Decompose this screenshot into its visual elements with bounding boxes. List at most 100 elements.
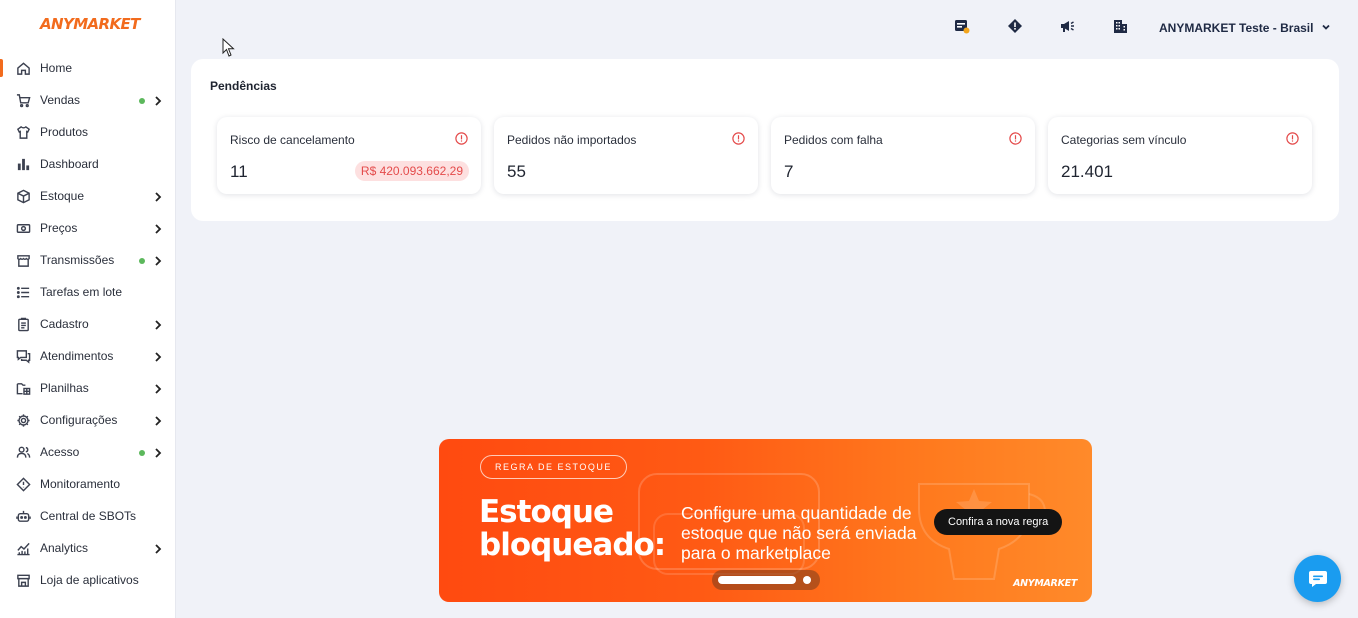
building-icon[interactable] bbox=[1112, 18, 1128, 34]
sidebar-item-label: Transmissões bbox=[40, 253, 115, 267]
chevron-right-icon[interactable] bbox=[153, 414, 163, 426]
chevron-right-icon[interactable] bbox=[153, 254, 163, 266]
panel-title: Pendências bbox=[210, 79, 277, 93]
banner-logo: ANYMARKET bbox=[1013, 578, 1077, 589]
banner-headline-line2: bloqueado: bbox=[479, 527, 666, 563]
card-value: 21.401 bbox=[1061, 162, 1113, 181]
promo-banner[interactable]: REGRA DE ESTOQUE Estoque bloqueado: Conf… bbox=[439, 439, 1092, 602]
sidebar: ANYMARKET Home Vendas Produtos Dashboard Est… bbox=[0, 0, 176, 618]
banner-headline-line1: Estoque bbox=[479, 494, 614, 530]
sidebar-item-label: Acesso bbox=[40, 445, 80, 459]
sidebar-item-label: Vendas bbox=[40, 93, 81, 107]
card-pedidos-com-falha[interactable]: Pedidos com falha 7 bbox=[771, 117, 1035, 194]
anymarket-logo[interactable]: ANYMARKET bbox=[40, 15, 140, 33]
shop-icon bbox=[15, 572, 31, 588]
billing-icon[interactable] bbox=[954, 18, 970, 34]
sidebar-item-acesso[interactable]: Acesso bbox=[0, 436, 176, 468]
sidebar-item-planilhas[interactable]: Planilhas bbox=[0, 372, 176, 404]
banner-cta-button[interactable]: Confira a nova regra bbox=[934, 509, 1063, 535]
chevron-right-icon[interactable] bbox=[153, 542, 163, 554]
sidebar-item-transmissoes[interactable]: Transmissões bbox=[0, 244, 176, 276]
analytics-icon bbox=[15, 540, 31, 556]
store-icon bbox=[15, 252, 31, 268]
chevron-right-icon[interactable] bbox=[153, 94, 163, 106]
sidebar-item-estoque[interactable]: Estoque bbox=[0, 180, 176, 212]
alert-icon bbox=[455, 132, 468, 145]
sidebar-item-label: Analytics bbox=[40, 541, 89, 555]
card-title: Categorias sem vínculo bbox=[1061, 133, 1187, 147]
sidebar-item-produtos[interactable]: Produtos bbox=[0, 116, 176, 148]
sidebar-item-home[interactable]: Home bbox=[0, 52, 176, 84]
status-dot bbox=[139, 258, 145, 264]
sidebar-item-configuracoes[interactable]: Configurações bbox=[0, 404, 176, 436]
chat-icon bbox=[15, 348, 31, 364]
sidebar-item-atendimentos[interactable]: Atendimentos bbox=[0, 340, 176, 372]
sidebar-item-label: Planilhas bbox=[40, 381, 89, 395]
card-title: Pedidos com falha bbox=[784, 133, 883, 147]
sidebar-nav: Home Vendas Produtos Dashboard Estoque Preços… bbox=[0, 52, 176, 596]
banner-description: Configure uma quantidade de estoque que … bbox=[681, 503, 917, 563]
card-risco-cancelamento[interactable]: Risco de cancelamento 11 R$ 420.093.662,… bbox=[217, 117, 481, 194]
bar-chart-icon bbox=[15, 156, 31, 172]
alert-icon bbox=[1009, 132, 1022, 145]
clipboard-icon bbox=[15, 316, 31, 332]
banner-headline: Estoque bloqueado: bbox=[479, 494, 666, 563]
card-categorias-sem-vinculo[interactable]: Categorias sem vínculo 21.401 bbox=[1048, 117, 1312, 194]
status-dot bbox=[139, 98, 145, 104]
sidebar-item-vendas[interactable]: Vendas bbox=[0, 84, 176, 116]
sidebar-item-label: Atendimentos bbox=[40, 349, 114, 363]
chevron-right-icon[interactable] bbox=[153, 318, 163, 330]
carousel-indicator[interactable] bbox=[712, 570, 820, 590]
card-title: Risco de cancelamento bbox=[230, 133, 355, 147]
sidebar-item-label: Loja de aplicativos bbox=[40, 573, 139, 587]
card-value: 11 bbox=[230, 162, 248, 181]
mouse-cursor-icon bbox=[222, 38, 235, 57]
chevron-right-icon[interactable] bbox=[153, 446, 163, 458]
alert-icon bbox=[732, 132, 745, 145]
pendencias-panel: Pendências Risco de cancelamento 11 R$ 4… bbox=[191, 59, 1339, 221]
amount-badge: R$ 420.093.662,29 bbox=[354, 161, 469, 181]
chevron-right-icon[interactable] bbox=[153, 190, 163, 202]
spreadsheet-folder-icon bbox=[15, 380, 31, 396]
card-pedidos-nao-importados[interactable]: Pedidos não importados 55 bbox=[494, 117, 758, 194]
sidebar-item-analytics[interactable]: Analytics bbox=[0, 532, 176, 564]
diamond-info-icon[interactable] bbox=[1007, 18, 1023, 34]
chat-support-button[interactable] bbox=[1294, 555, 1341, 602]
sidebar-item-label: Monitoramento bbox=[40, 477, 121, 491]
robot-icon bbox=[15, 508, 31, 524]
sidebar-item-label: Preços bbox=[40, 221, 78, 235]
account-name: ANYMARKET Teste - Brasil bbox=[1159, 21, 1314, 35]
sidebar-item-label: Central de SBOTs bbox=[40, 509, 137, 523]
sidebar-item-label: Produtos bbox=[40, 125, 89, 139]
sidebar-item-central-de-sbots[interactable]: Central de SBOTs bbox=[0, 500, 176, 532]
sidebar-item-precos[interactable]: Preços bbox=[0, 212, 176, 244]
chat-bubble-icon bbox=[1308, 570, 1327, 587]
chevron-right-icon[interactable] bbox=[153, 382, 163, 394]
carousel-active-slide[interactable] bbox=[718, 576, 796, 584]
cart-icon bbox=[15, 92, 31, 108]
sidebar-item-label: Estoque bbox=[40, 189, 85, 203]
sidebar-item-monitoramento[interactable]: Monitoramento bbox=[0, 468, 176, 500]
box-icon bbox=[15, 188, 31, 204]
status-dot bbox=[139, 450, 145, 456]
chevron-right-icon[interactable] bbox=[153, 350, 163, 362]
sidebar-item-dashboard[interactable]: Dashboard bbox=[0, 148, 176, 180]
megaphone-icon[interactable] bbox=[1059, 18, 1075, 34]
money-icon bbox=[15, 220, 31, 236]
card-value: 7 bbox=[784, 162, 794, 181]
chevron-down-icon bbox=[1321, 21, 1331, 35]
sidebar-item-tarefas-em-lote[interactable]: Tarefas em lote bbox=[0, 276, 176, 308]
account-selector[interactable]: ANYMARKET Teste - Brasil bbox=[1159, 21, 1331, 35]
sidebar-item-label: Tarefas em lote bbox=[40, 285, 123, 299]
users-icon bbox=[15, 444, 31, 460]
home-icon bbox=[15, 60, 31, 76]
carousel-dot[interactable] bbox=[803, 576, 811, 584]
chevron-right-icon[interactable] bbox=[153, 222, 163, 234]
gear-icon bbox=[15, 412, 31, 428]
sidebar-item-loja-de-aplicativos[interactable]: Loja de aplicativos bbox=[0, 564, 176, 596]
sidebar-item-label: Home bbox=[40, 61, 73, 75]
alert-icon bbox=[1286, 132, 1299, 145]
sidebar-item-label: Dashboard bbox=[40, 157, 99, 171]
banner-tag: REGRA DE ESTOQUE bbox=[480, 455, 627, 479]
sidebar-item-cadastro[interactable]: Cadastro bbox=[0, 308, 176, 340]
